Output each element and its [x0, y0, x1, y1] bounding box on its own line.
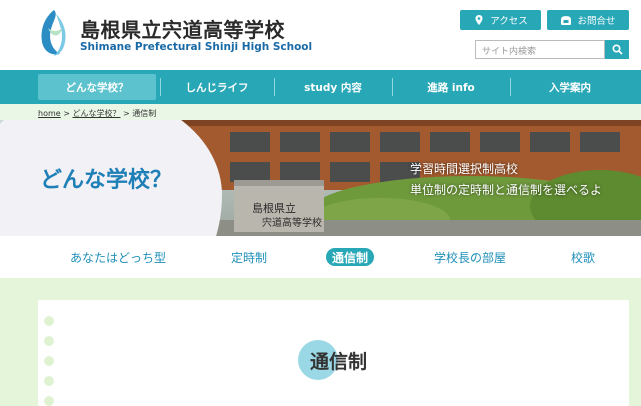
nav-item-career[interactable]: 進路 info: [392, 74, 510, 100]
search-icon: [611, 44, 623, 55]
breadcrumb-current: 通信制: [132, 109, 157, 118]
section-title: 通信制: [310, 351, 368, 373]
hero-caption-line2: 単位制の定時制と通信制を選べるよ: [410, 183, 603, 197]
contact-label: お問合せ: [577, 16, 616, 27]
notebook-ring: [44, 336, 54, 346]
nav-item-shinji-life[interactable]: しんじライフ: [160, 74, 274, 100]
school-name-en[interactable]: Shimane Prefectural Shinji High School: [80, 41, 312, 53]
subnav-item-correspondence[interactable]: 通信制: [326, 248, 375, 266]
main-nav: どんな学校？ しんじライフ study 内容 進路 info 入学案内: [0, 70, 641, 104]
school-name-jp[interactable]: 島根県立宍道高等学校: [80, 14, 285, 43]
svg-text:宍道高等学校: 宍道高等学校: [262, 216, 322, 229]
subnav-item-school-song[interactable]: 校歌: [571, 248, 595, 266]
breadcrumb-separator: >: [123, 109, 130, 118]
phone-icon: [561, 16, 572, 25]
breadcrumb-parent[interactable]: どんな学校？: [72, 109, 120, 118]
contact-button[interactable]: お問合せ: [547, 10, 629, 30]
notebook-ring: [44, 316, 54, 326]
hero-banner: 島根県立 宍道高等学校 どんな学校？ 学習時間選択制高校 単位制の定時制と通信制…: [0, 120, 641, 236]
hero-caption-line1: 学習時間選択制高校: [410, 162, 519, 176]
subnav-item-part-time[interactable]: 定時制: [231, 248, 267, 266]
search-input[interactable]: サイト内検索: [475, 40, 605, 59]
school-emblem-icon[interactable]: [38, 8, 70, 58]
site-header: 島根県立宍道高等学校 Shimane Prefectural Shinji Hi…: [0, 0, 641, 70]
notebook-ring: [44, 376, 54, 386]
access-label: アクセス: [490, 16, 528, 27]
sub-nav: あなたはどっち型 定時制 通信制 学校長の部屋 校歌: [0, 236, 641, 278]
breadcrumb: home > どんな学校？ > 通信制: [38, 108, 156, 119]
search-button[interactable]: [605, 40, 629, 59]
notebook-ring: [44, 396, 54, 406]
breadcrumb-home[interactable]: home: [38, 109, 61, 118]
notebook-ring: [44, 356, 54, 366]
map-pin-icon: [475, 15, 483, 25]
breadcrumb-separator: >: [63, 109, 70, 118]
nav-item-about[interactable]: どんな学校？: [38, 74, 156, 100]
subnav-item-which-type[interactable]: あなたはどっち型: [70, 248, 166, 266]
subnav-item-principal-room[interactable]: 学校長の部屋: [434, 248, 506, 266]
hero-title: どんな学校？: [40, 168, 173, 193]
stone-sign-text: 島根県立: [252, 201, 296, 215]
access-button[interactable]: アクセス: [460, 10, 541, 30]
nav-item-study[interactable]: study 内容: [274, 74, 392, 100]
nav-item-admission[interactable]: 入学案内: [510, 74, 630, 100]
